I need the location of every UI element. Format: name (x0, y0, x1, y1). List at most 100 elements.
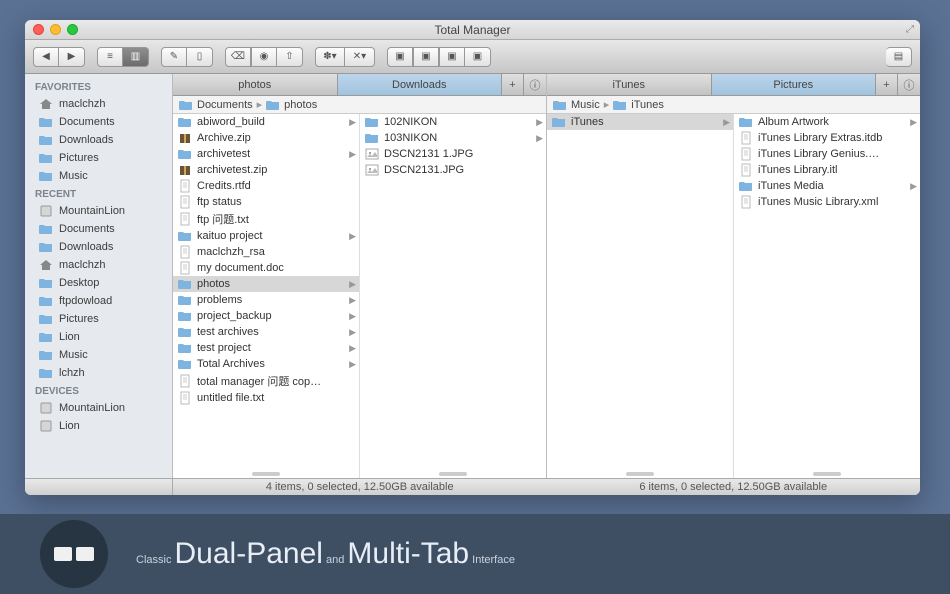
chevron-right-icon: ▶ (349, 311, 356, 322)
file-item[interactable]: total manager 问题 cop… (173, 372, 359, 390)
sidebar-item-label: Pictures (59, 152, 99, 164)
file-item[interactable]: problems▶ (173, 292, 359, 308)
file-item[interactable]: iTunes Music Library.xml (734, 194, 920, 210)
list-view-button[interactable]: ≡ (97, 47, 123, 67)
file-item[interactable]: iTunes Media▶ (734, 178, 920, 194)
file-item[interactable]: iTunes Library Extras.itdb (734, 130, 920, 146)
file-item[interactable]: iTunes▶ (547, 114, 733, 130)
file-item[interactable]: test project▶ (173, 340, 359, 356)
tab[interactable]: photos (173, 74, 338, 95)
archive2-button[interactable]: ▣ (413, 47, 439, 67)
file-item[interactable]: maclchzh_rsa (173, 244, 359, 260)
sidebar-toggle[interactable]: ▤ (886, 47, 912, 67)
sidebar-item[interactable]: Music (25, 346, 172, 364)
file-item[interactable]: ftp status (173, 194, 359, 210)
file-item[interactable]: archivetest.zip (173, 162, 359, 178)
sidebar-item[interactable]: Pictures (25, 310, 172, 328)
file-item[interactable]: untitled file.txt (173, 390, 359, 406)
archive3-button[interactable]: ▣ (439, 47, 465, 67)
file-item[interactable]: Archive.zip (173, 130, 359, 146)
file-label: ftp status (197, 196, 242, 208)
tab[interactable]: Downloads (338, 74, 503, 95)
sidebar-item[interactable]: maclchzh (25, 256, 172, 274)
breadcrumb-segment[interactable]: Music (571, 99, 600, 111)
chevron-right-icon: ▶ (349, 327, 356, 338)
file-item[interactable]: iTunes Library Genius.… (734, 146, 920, 162)
sidebar-item[interactable]: maclchzh (25, 95, 172, 113)
img-icon (365, 147, 379, 161)
edit-button[interactable]: ✎ (161, 47, 187, 67)
right-breadcrumb[interactable]: Music▸iTunes (547, 96, 920, 114)
column[interactable]: iTunes▶ (547, 114, 734, 478)
dual-panel-icon (40, 520, 108, 588)
column[interactable]: 102NIKON▶103NIKON▶DSCN2131 1.JPGDSCN2131… (360, 114, 546, 478)
file-item[interactable]: project_backup▶ (173, 308, 359, 324)
new-tab-button[interactable]: + (502, 74, 524, 95)
folder-icon (178, 293, 192, 307)
sidebar-item[interactable]: lchzh (25, 364, 172, 382)
trash-button[interactable]: ⌫ (225, 47, 251, 67)
share-button[interactable]: ⇧ (277, 47, 303, 67)
sidebar-item[interactable]: Lion (25, 328, 172, 346)
sidebar-item[interactable]: ftpdowload (25, 292, 172, 310)
sidebar-heading: FAVORITES (25, 78, 172, 95)
folder-icon (39, 133, 53, 147)
action-group: ⌫ ◉ ⇧ (225, 47, 303, 67)
column[interactable]: abiword_build▶Archive.ziparchivetest▶arc… (173, 114, 360, 478)
file-item[interactable]: kaituo project▶ (173, 228, 359, 244)
breadcrumb-segment[interactable]: photos (284, 99, 317, 111)
sidebar-item-label: Documents (59, 223, 115, 235)
info-button[interactable]: ⓘ (524, 74, 546, 95)
folder-icon (365, 115, 379, 129)
file-item[interactable]: DSCN2131.JPG (360, 162, 546, 178)
sidebar-item-label: Lion (59, 420, 80, 432)
file-item[interactable]: Credits.rtfd (173, 178, 359, 194)
sidebar-item[interactable]: MountainLion (25, 202, 172, 220)
column-view-button[interactable]: ▥ (123, 47, 149, 67)
info-button[interactable]: ⓘ (898, 74, 920, 95)
file-item[interactable]: my document.doc (173, 260, 359, 276)
file-item[interactable]: 103NIKON▶ (360, 130, 546, 146)
folder-icon (179, 98, 193, 112)
tools-menu[interactable]: ✕▾ (345, 47, 375, 67)
column[interactable]: Album Artwork▶iTunes Library Extras.itdb… (734, 114, 920, 478)
file-item[interactable]: iTunes Library.itl (734, 162, 920, 178)
titlebar[interactable]: Total Manager ⤢ (25, 20, 920, 40)
file-label: iTunes (571, 116, 604, 128)
file-item[interactable]: Album Artwork▶ (734, 114, 920, 130)
sidebar-item[interactable]: Downloads (25, 131, 172, 149)
sidebar-item[interactable]: Documents (25, 220, 172, 238)
breadcrumb-segment[interactable]: Documents (197, 99, 253, 111)
left-breadcrumb[interactable]: Documents▸photos (173, 96, 546, 114)
back-button[interactable]: ◀ (33, 47, 59, 67)
tab[interactable]: Pictures (712, 74, 877, 95)
file-item[interactable]: abiword_build▶ (173, 114, 359, 130)
file-item[interactable]: archivetest▶ (173, 146, 359, 162)
terminal-button[interactable]: ▯ (187, 47, 213, 67)
file-label: archivetest.zip (197, 164, 267, 176)
archive4-button[interactable]: ▣ (465, 47, 491, 67)
breadcrumb-segment[interactable]: iTunes (631, 99, 664, 111)
file-label: abiword_build (197, 116, 265, 128)
sidebar-item[interactable]: Desktop (25, 274, 172, 292)
file-item[interactable]: DSCN2131 1.JPG (360, 146, 546, 162)
new-tab-button[interactable]: + (876, 74, 898, 95)
sidebar-item[interactable]: Pictures (25, 149, 172, 167)
sidebar-item[interactable]: MountainLion (25, 399, 172, 417)
file-item[interactable]: test archives▶ (173, 324, 359, 340)
forward-button[interactable]: ▶ (59, 47, 85, 67)
file-item[interactable]: 102NIKON▶ (360, 114, 546, 130)
file-item[interactable]: ftp 问题.txt (173, 210, 359, 228)
archive1-button[interactable]: ▣ (387, 47, 413, 67)
sidebar-item[interactable]: Documents (25, 113, 172, 131)
quicklook-button[interactable]: ◉ (251, 47, 277, 67)
left-tabs: photosDownloads+ⓘ (173, 74, 546, 96)
gear-menu[interactable]: ✽▾ (315, 47, 345, 67)
sidebar-item[interactable]: Music (25, 167, 172, 185)
tab[interactable]: iTunes (547, 74, 712, 95)
file-item[interactable]: Total Archives▶ (173, 356, 359, 372)
sidebar-item[interactable]: Downloads (25, 238, 172, 256)
file-item[interactable]: photos▶ (173, 276, 359, 292)
fullscreen-icon[interactable]: ⤢ (906, 24, 914, 35)
sidebar-item[interactable]: Lion (25, 417, 172, 435)
